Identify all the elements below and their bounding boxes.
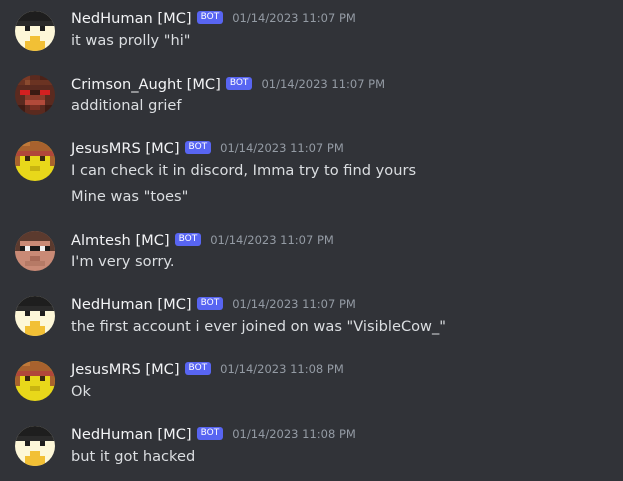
nedhuman-avatar[interactable] — [15, 426, 55, 466]
timestamp[interactable]: 01/14/2023 11:07 PM — [210, 233, 334, 247]
message-text: Ok — [71, 383, 91, 400]
timestamp[interactable]: 01/14/2023 11:07 PM — [232, 297, 356, 311]
almtesh-avatar[interactable] — [15, 231, 55, 271]
author-name[interactable]: NedHuman [MC] — [71, 296, 192, 313]
message-text: it was prolly "hi" — [71, 32, 191, 49]
author-name[interactable]: Crimson_Aught [MC] — [71, 76, 221, 93]
nedhuman-avatar[interactable] — [15, 11, 55, 51]
message-text: the first account i ever joined on was "… — [71, 318, 447, 335]
timestamp[interactable]: 01/14/2023 11:07 PM — [232, 11, 356, 25]
message-text: Mine was "toes" — [71, 188, 189, 205]
author-name[interactable]: Almtesh [MC] — [71, 232, 170, 249]
message-text: additional grief — [71, 97, 182, 114]
bot-tag: BOT — [184, 140, 212, 154]
message-text: I'm very sorry. — [71, 253, 175, 270]
timestamp[interactable]: 01/14/2023 11:08 PM — [220, 362, 344, 376]
bot-tag: BOT — [184, 361, 212, 375]
message-text: I can check it in discord, Imma try to f… — [71, 162, 417, 179]
message-list: NedHuman [MC] BOT 01/14/2023 11:07 PM it… — [0, 0, 623, 481]
bot-tag: BOT — [196, 296, 224, 310]
author-name[interactable]: NedHuman [MC] — [71, 426, 192, 443]
bot-tag: BOT — [196, 10, 224, 24]
timestamp[interactable]: 01/14/2023 11:07 PM — [220, 141, 344, 155]
timestamp[interactable]: 01/14/2023 11:07 PM — [261, 77, 385, 91]
jesusmrs-avatar[interactable] — [15, 361, 55, 401]
author-name[interactable]: JesusMRS [MC] — [71, 140, 180, 157]
author-name[interactable]: NedHuman [MC] — [71, 10, 192, 27]
message-text: but it got hacked — [71, 448, 196, 465]
bot-tag: BOT — [196, 426, 224, 440]
jesusmrs-avatar[interactable] — [15, 141, 55, 181]
timestamp[interactable]: 01/14/2023 11:08 PM — [232, 427, 356, 441]
crimson-aught-avatar[interactable] — [15, 75, 55, 115]
bot-tag: BOT — [225, 76, 253, 90]
author-name[interactable]: JesusMRS [MC] — [71, 361, 180, 378]
nedhuman-avatar[interactable] — [15, 296, 55, 336]
bot-tag: BOT — [174, 232, 202, 246]
